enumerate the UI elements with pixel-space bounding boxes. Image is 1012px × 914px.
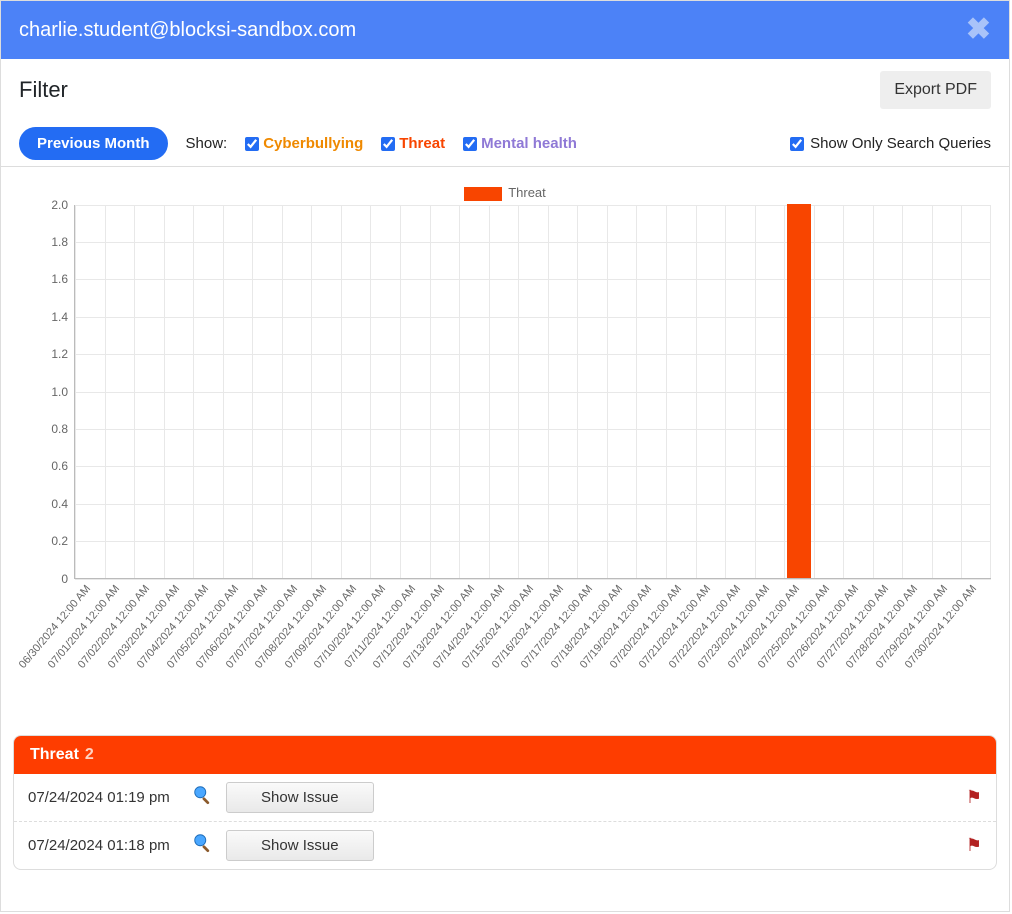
gridline-vertical [577, 205, 578, 578]
gridline-vertical [252, 205, 253, 578]
search-queries-checkbox-wrap[interactable]: Show Only Search Queries [790, 135, 991, 152]
chart-area: Threat 0 0.2 0.4 0.6 0.8 1.0 1.2 1.4 1.6 1.8 2.0 0… [1, 167, 1009, 695]
y-tick-label: 1.4 [51, 310, 68, 324]
gridline-vertical [932, 205, 933, 578]
y-tick-label: 0.8 [51, 422, 68, 436]
y-tick-label: 1.2 [51, 347, 68, 361]
threat-section-header: Threat 2 [14, 736, 996, 774]
previous-month-button[interactable]: Previous Month [19, 127, 168, 160]
gridline-horizontal [75, 242, 991, 243]
y-tick-label: 1.8 [51, 235, 68, 249]
gridline-vertical [134, 205, 135, 578]
gridline-vertical [518, 205, 519, 578]
legend-label: Threat [508, 185, 546, 200]
issue-row: 07/24/2024 01:18 pm Show Issue ⚑ [14, 822, 996, 869]
threat-checkbox[interactable] [381, 137, 395, 151]
chart-legend: Threat [19, 185, 991, 201]
gridline-vertical [636, 205, 637, 578]
search-queries-label: Show Only Search Queries [810, 135, 991, 152]
gridline-vertical [459, 205, 460, 578]
threat-label: Threat [399, 135, 445, 152]
issues-list: 07/24/2024 01:19 pmShow Issue⚑07/24/2024… [14, 774, 996, 869]
gridline-vertical [400, 205, 401, 578]
gridline-vertical [489, 205, 490, 578]
gridline-vertical [341, 205, 342, 578]
issue-row: 07/24/2024 01:19 pm Show Issue ⚑ [14, 774, 996, 822]
gridline-horizontal [75, 392, 991, 393]
filter-title: Filter [19, 77, 68, 103]
gridline-vertical [430, 205, 431, 578]
gridline-vertical [902, 205, 903, 578]
gridline-vertical [370, 205, 371, 578]
gridline-vertical [75, 205, 76, 578]
threat-checkbox-wrap[interactable]: Threat [381, 135, 445, 152]
y-tick-label: 1.6 [51, 272, 68, 286]
gridline-vertical [725, 205, 726, 578]
threat-section: Threat 2 07/24/2024 01:19 pmShow Issue⚑0… [13, 735, 997, 870]
gridline-vertical [961, 205, 962, 578]
close-icon[interactable]: ✖ [966, 15, 991, 45]
window-header: charlie.student@blocksi-sandbox.com ✖ [1, 1, 1009, 59]
export-pdf-button[interactable]: Export PDF [880, 71, 991, 109]
gridline-vertical [105, 205, 106, 578]
cyberbullying-checkbox[interactable] [245, 137, 259, 151]
gridline-vertical [282, 205, 283, 578]
cyberbullying-checkbox-wrap[interactable]: Cyberbullying [245, 135, 363, 152]
magnifier-icon[interactable] [192, 784, 214, 811]
gridline-horizontal [75, 317, 991, 318]
gridline-vertical [164, 205, 165, 578]
gridline-vertical [607, 205, 608, 578]
chart-bar [787, 204, 811, 578]
y-tick-label: 0.2 [51, 534, 68, 548]
mental-health-checkbox-wrap[interactable]: Mental health [463, 135, 577, 152]
y-tick-label: 0.4 [51, 497, 68, 511]
cyberbullying-label: Cyberbullying [263, 135, 363, 152]
threat-count: 2 [85, 746, 94, 764]
show-label: Show: [186, 135, 228, 152]
gridline-horizontal [75, 541, 991, 542]
gridline-vertical [548, 205, 549, 578]
magnifier-icon[interactable] [192, 832, 214, 859]
legend-swatch-icon [464, 187, 502, 201]
filter-bar: Filter Export PDF Previous Month Show: C… [1, 59, 1009, 167]
user-email: charlie.student@blocksi-sandbox.com [19, 19, 356, 42]
gridline-vertical [784, 205, 785, 578]
gridline-horizontal [75, 429, 991, 430]
plot-grid [75, 205, 991, 579]
gridline-vertical [843, 205, 844, 578]
issue-timestamp: 07/24/2024 01:19 pm [28, 789, 180, 806]
show-issue-button[interactable]: Show Issue [226, 782, 374, 813]
x-axis-labels: 06/30/2024 12:00 AM07/01/2024 12:00 AM07… [75, 579, 991, 695]
issue-timestamp: 07/24/2024 01:18 pm [28, 837, 180, 854]
gridline-horizontal [75, 354, 991, 355]
gridline-vertical [814, 205, 815, 578]
y-tick-label: 0.6 [51, 459, 68, 473]
gridline-vertical [696, 205, 697, 578]
gridline-horizontal [75, 466, 991, 467]
y-axis: 00.20.40.60.81.01.21.41.61.82.0 [19, 205, 75, 579]
gridline-vertical [193, 205, 194, 578]
gridline-vertical [311, 205, 312, 578]
y-tick-label: 0 [61, 572, 68, 586]
gridline-horizontal [75, 205, 991, 206]
mental-health-label: Mental health [481, 135, 577, 152]
gridline-horizontal [75, 504, 991, 505]
threat-section-title: Threat [30, 746, 79, 764]
mental-health-checkbox[interactable] [463, 137, 477, 151]
gridline-vertical [223, 205, 224, 578]
y-tick-label: 1.0 [51, 385, 68, 399]
show-issue-button[interactable]: Show Issue [226, 830, 374, 861]
flag-icon[interactable]: ⚑ [966, 787, 982, 808]
gridline-vertical [873, 205, 874, 578]
y-tick-label: 2.0 [51, 198, 68, 212]
search-queries-checkbox[interactable] [790, 137, 804, 151]
flag-icon[interactable]: ⚑ [966, 835, 982, 856]
gridline-vertical [755, 205, 756, 578]
gridline-vertical [666, 205, 667, 578]
chart-plot: 00.20.40.60.81.01.21.41.61.82.0 06/30/20… [19, 205, 991, 695]
gridline-horizontal [75, 279, 991, 280]
